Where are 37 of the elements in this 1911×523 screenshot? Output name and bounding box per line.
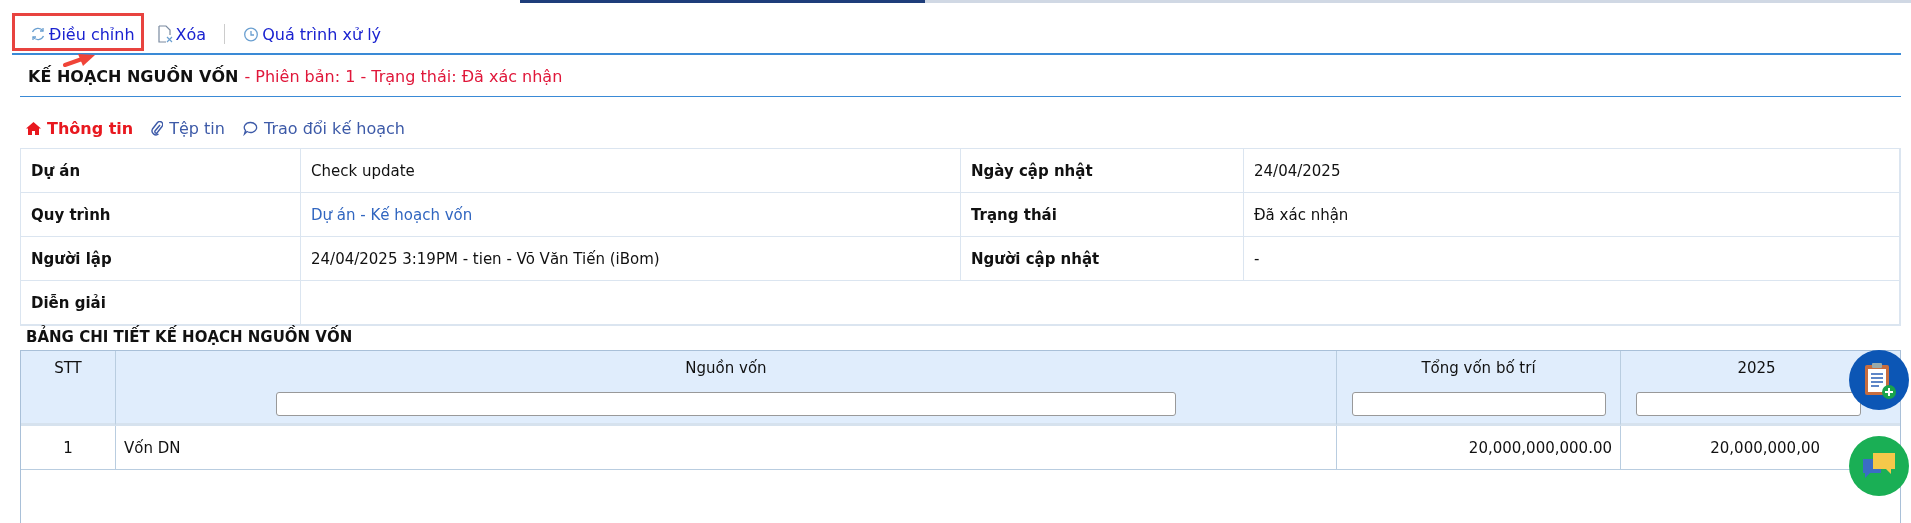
table-cell: 20,000,000,000.00	[1337, 426, 1621, 470]
field-label: Ngày cập nhật	[961, 149, 1244, 193]
home-icon	[26, 122, 41, 135]
section-title: BẢNG CHI TIẾT KẾ HOẠCH NGUỒN VỐN	[20, 326, 1901, 350]
column-header: 2025	[1736, 358, 1777, 379]
page-subtitle: - Phiên bản: 1 - Trạng thái: Đã xác nhận	[244, 67, 563, 86]
field-label: Diễn giải	[21, 281, 301, 325]
refresh-icon	[30, 26, 46, 42]
field-value: -	[1244, 237, 1900, 281]
filter-field[interactable]	[1635, 392, 1861, 416]
toolbar-button[interactable]: Quá trình xử lý	[235, 18, 390, 50]
process-link[interactable]: Dự án - Kế hoạch vốn	[301, 193, 961, 237]
tab[interactable]: Thông tin	[26, 119, 134, 138]
annotation-arrow	[62, 53, 96, 67]
document-delete-icon	[156, 25, 173, 43]
field-label: Quy trình	[21, 193, 301, 237]
filter-field[interactable]	[1351, 392, 1606, 416]
clock-icon	[243, 26, 260, 42]
field-value: 24/04/2025 3:19PM - tien - Võ Văn Tiến (iBom)	[301, 237, 961, 281]
table-cell: 1	[21, 426, 116, 470]
tab[interactable]: Tệp tin	[151, 119, 225, 138]
chat-button[interactable]	[1849, 436, 1909, 496]
field-label: Người lập	[21, 237, 301, 281]
toolbar-button[interactable]: Điều chỉnh	[22, 18, 143, 50]
page-title: KẾ HOẠCH NGUỒN VỐN	[28, 67, 239, 86]
tab[interactable]: Trao đổi kế hoạch	[242, 119, 405, 138]
speech-bubble-icon	[242, 121, 258, 136]
field-label: Dự án	[21, 149, 301, 193]
filter-field[interactable]	[276, 392, 1176, 416]
field-value: Đã xác nhận	[1244, 193, 1900, 237]
toolbar-button[interactable]: Xóa	[148, 18, 215, 50]
field-value: 24/04/2025	[1244, 149, 1900, 193]
field-value: Check update	[301, 149, 961, 193]
field-label: Người cập nhật	[961, 237, 1244, 281]
table-cell: Vốn DN	[116, 426, 1337, 470]
field-label: Trạng thái	[961, 193, 1244, 237]
paperclip-icon	[151, 121, 164, 136]
